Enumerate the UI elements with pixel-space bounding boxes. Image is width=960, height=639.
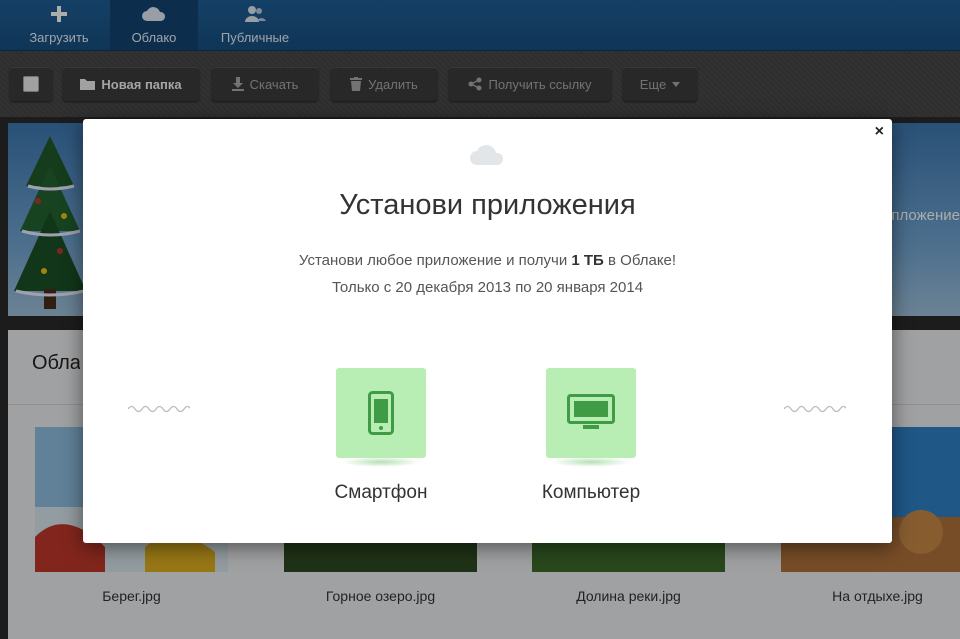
promo-text: Установи любое приложение и получи 1 ТБ … xyxy=(83,252,892,269)
smartphone-tile[interactable] xyxy=(336,368,426,467)
install-apps-dialog: × Установи приложения Установи любое при… xyxy=(83,119,892,543)
monitor-icon xyxy=(567,394,615,429)
app-smartphone[interactable]: Смартфон xyxy=(316,368,446,504)
smartphone-icon xyxy=(368,391,394,435)
wave-decoration xyxy=(784,405,846,413)
promo-text-start: Установи любое приложение и получи xyxy=(298,252,572,269)
cloud-icon xyxy=(470,144,504,165)
computer-tile[interactable] xyxy=(546,368,636,467)
promo-storage-amount: 1 ТБ xyxy=(571,252,604,269)
wave-decoration xyxy=(128,405,190,413)
computer-label[interactable]: Компьютер xyxy=(526,482,656,504)
close-button[interactable]: × xyxy=(875,123,884,141)
promo-text-end: в Облаке! xyxy=(603,252,677,269)
app-computer[interactable]: Компьютер xyxy=(526,368,656,504)
dialog-title: Установи приложения xyxy=(339,189,636,221)
smartphone-label[interactable]: Смартфон xyxy=(316,482,446,504)
promo-dates: Только с 20 декабря 2013 по 20 января 20… xyxy=(331,279,644,296)
